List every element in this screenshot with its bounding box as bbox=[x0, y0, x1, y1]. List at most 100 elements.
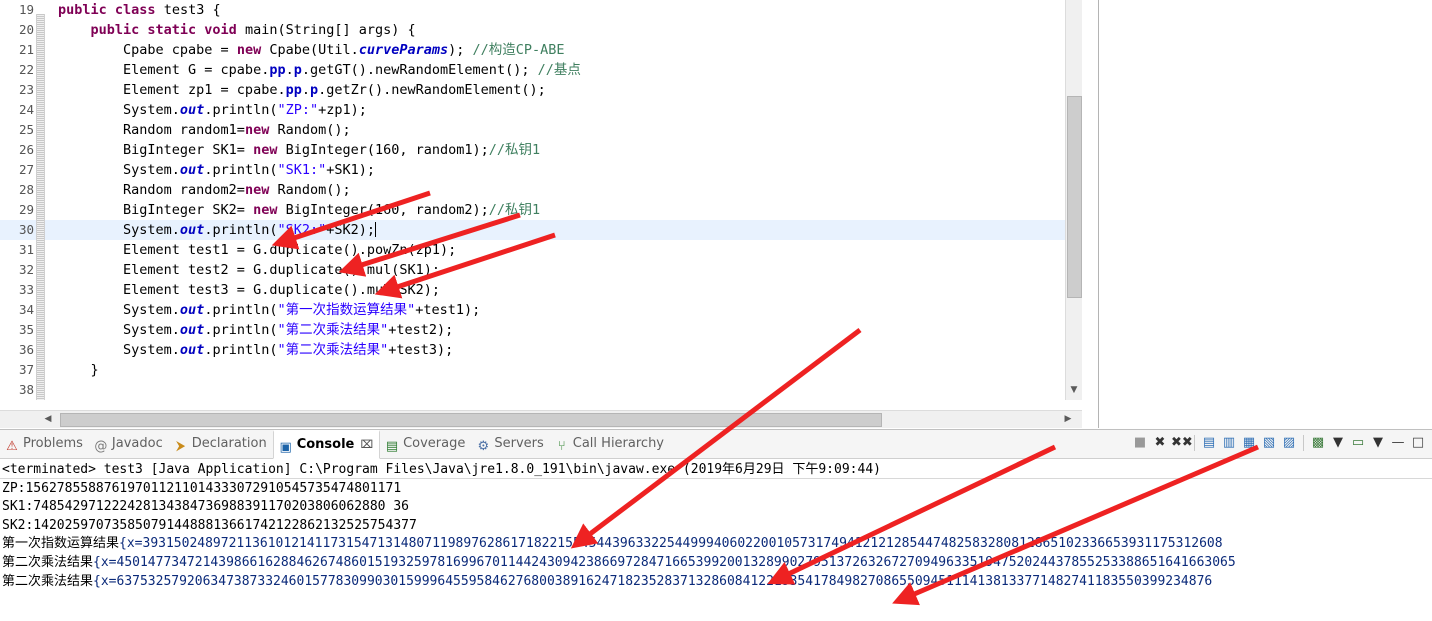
open-console-button[interactable]: ▭ bbox=[1349, 433, 1367, 453]
line-number: 27 bbox=[18, 162, 34, 177]
console-line-label: 第二次乘法结果 bbox=[2, 573, 94, 589]
code-line-36[interactable]: 36 System.out.println("第二次乘法结果"+test3); bbox=[0, 340, 1066, 360]
code-line-22[interactable]: 22 Element G = cpabe.pp.p.getGT().newRan… bbox=[0, 60, 1066, 80]
tab-console[interactable]: ▣ Console ⌧ bbox=[272, 430, 381, 459]
word-wrap-button[interactable]: ▦ bbox=[1240, 433, 1258, 453]
code-token: Element test2 = G.duplicate().mul(SK1); bbox=[58, 262, 441, 278]
editor-horizontal-scroll-thumb[interactable] bbox=[60, 413, 882, 427]
console-output-line: SK2:142025970735850791448881366174212286… bbox=[2, 517, 417, 533]
editor-vertical-scroll-thumb[interactable] bbox=[1067, 96, 1082, 298]
code-area[interactable]: 19 public class test3 {20 ⊖ public static … bbox=[0, 0, 1066, 400]
code-line-38[interactable]: 38 bbox=[0, 380, 1066, 400]
code-token: //私钥1 bbox=[488, 142, 541, 158]
code-line-35[interactable]: 35 System.out.println("第二次乘法结果"+test2); bbox=[0, 320, 1066, 340]
scroll-right-icon[interactable]: ▶ bbox=[1062, 413, 1074, 425]
scroll-left-icon[interactable]: ◀ bbox=[42, 413, 54, 425]
minimize-button[interactable]: — bbox=[1389, 433, 1407, 453]
tab-call-hierarchy[interactable]: ⑂ Call Hierarchy bbox=[550, 430, 670, 457]
code-token: System. bbox=[58, 222, 180, 238]
code-token: new bbox=[244, 182, 278, 198]
code-token: Random random2= bbox=[58, 182, 245, 198]
code-line-26[interactable]: 26 BigInteger SK1= new BigInteger(160, r… bbox=[0, 140, 1066, 160]
code-text: System.out.println("第二次乘法结果"+test3); bbox=[48, 340, 453, 360]
code-token: } bbox=[58, 362, 99, 378]
code-token: "第二次乘法结果" bbox=[277, 322, 389, 338]
code-token: //基点 bbox=[537, 62, 581, 78]
line-number: 24 bbox=[18, 102, 34, 117]
code-text: public static void main(String[] args) { bbox=[48, 20, 416, 40]
code-token: .getZr().newRandomElement(); bbox=[318, 82, 546, 98]
code-line-27[interactable]: 27 System.out.println("SK1:"+SK1); bbox=[0, 160, 1066, 180]
editor-vertical-scrollbar[interactable]: ▼ bbox=[1065, 0, 1082, 400]
fold-collapse-icon[interactable]: ⊖ bbox=[34, 20, 48, 40]
code-token: pp bbox=[285, 82, 302, 98]
java-editor-panel[interactable]: 19 public class test3 {20 ⊖ public static … bbox=[0, 0, 1099, 428]
code-token: . bbox=[301, 82, 310, 98]
code-text: } bbox=[48, 360, 99, 380]
line-number: 30 bbox=[18, 222, 34, 237]
remove-launch-button[interactable]: ✖ bbox=[1151, 433, 1169, 453]
bottom-view-panel: ⚠ Problems @ Javadoc ⮞ Declaration ▣ Console ⌧ ▤ C… bbox=[0, 429, 1432, 621]
code-line-21[interactable]: 21 Cpabe cpabe = new Cpabe(Util.curvePar… bbox=[0, 40, 1066, 60]
maximize-button[interactable]: □ bbox=[1409, 433, 1427, 453]
tab-servers[interactable]: ⚙ Servers bbox=[471, 430, 549, 457]
code-line-31[interactable]: 31 Element test1 = G.duplicate().powZn(z… bbox=[0, 240, 1066, 260]
code-line-24[interactable]: 24 System.out.println("ZP:"+zp1); bbox=[0, 100, 1066, 120]
console-toolbar[interactable]: ■ ✖ ✖✖ ▤ ▥ ▦ ▧ ▨ ▩ ▼ ▭ ▼ — □ bbox=[1130, 433, 1428, 455]
code-token: .println( bbox=[204, 222, 278, 238]
pin-console-button[interactable]: ▨ bbox=[1280, 433, 1298, 453]
code-token: p bbox=[309, 82, 319, 98]
tab-declaration[interactable]: ⮞ Declaration bbox=[169, 430, 273, 457]
remove-all-launches-button[interactable]: ✖✖ bbox=[1171, 433, 1193, 453]
code-text: System.out.println("ZP:"+zp1); bbox=[48, 100, 367, 120]
view-tab-bar[interactable]: ⚠ Problems @ Javadoc ⮞ Declaration ▣ Console ⌧ ▤ C… bbox=[0, 430, 1432, 459]
scroll-lock-button[interactable]: ▥ bbox=[1220, 433, 1238, 453]
code-line-20[interactable]: 20 ⊖ public static void main(String[] arg… bbox=[0, 20, 1066, 40]
code-token: new bbox=[253, 142, 286, 158]
show-console-button[interactable]: ▧ bbox=[1260, 433, 1278, 453]
code-token: System. bbox=[58, 162, 180, 178]
tab-javadoc[interactable]: @ Javadoc bbox=[89, 430, 169, 457]
console-output[interactable]: <terminated> test3 [Java Application] C:… bbox=[0, 459, 1432, 621]
tab-close-icon[interactable]: ⌧ bbox=[360, 432, 373, 458]
code-token: .println( bbox=[204, 322, 278, 338]
tab-label: Call Hierarchy bbox=[572, 436, 665, 451]
tab-label: Coverage bbox=[403, 436, 466, 451]
code-line-37[interactable]: 37 } bbox=[0, 360, 1066, 380]
display-dropdown-arrow[interactable]: ▼ bbox=[1329, 433, 1347, 453]
terminate-button[interactable]: ■ bbox=[1131, 433, 1149, 453]
line-number: 32 bbox=[18, 262, 34, 277]
code-line-29[interactable]: 29 BigInteger SK2= new BigInteger(160, r… bbox=[0, 200, 1066, 220]
console-output-line: ZP:1562785588761970112110143330729105457… bbox=[2, 480, 402, 496]
code-line-32[interactable]: 32 Element test2 = G.duplicate().mul(SK1… bbox=[0, 260, 1066, 280]
tab-coverage[interactable]: ▤ Coverage bbox=[380, 430, 471, 457]
code-token: out bbox=[179, 322, 205, 338]
code-token: System. bbox=[58, 302, 180, 318]
code-line-19[interactable]: 19 public class test3 { bbox=[0, 0, 1066, 20]
code-line-28[interactable]: 28 Random random2=new Random(); bbox=[0, 180, 1066, 200]
code-token: System. bbox=[58, 322, 180, 338]
code-line-25[interactable]: 25 Random random1=new Random(); bbox=[0, 120, 1066, 140]
editor-horizontal-scrollbar[interactable]: ◀ ▶ bbox=[0, 410, 1082, 428]
code-line-33[interactable]: 33 Element test3 = G.duplicate().mul(SK2… bbox=[0, 280, 1066, 300]
scroll-down-icon[interactable]: ▼ bbox=[1068, 384, 1080, 396]
code-token: out bbox=[179, 102, 205, 118]
tab-label: Servers bbox=[494, 436, 544, 451]
open-console-dropdown-arrow[interactable]: ▼ bbox=[1369, 433, 1387, 453]
code-line-34[interactable]: 34 System.out.println("第一次指数运算结果"+test1)… bbox=[0, 300, 1066, 320]
code-token: BigInteger(160, random1); bbox=[285, 142, 489, 158]
clear-console-button[interactable]: ▤ bbox=[1200, 433, 1218, 453]
code-token: //构造CP-ABE bbox=[472, 42, 565, 58]
code-token: +test2); bbox=[388, 322, 454, 338]
line-number: 21 bbox=[18, 42, 34, 57]
tab-problems[interactable]: ⚠ Problems bbox=[0, 430, 89, 457]
declaration-icon: ⮞ bbox=[176, 439, 186, 454]
code-line-23[interactable]: 23 Element zp1 = cpabe.pp.p.getZr().newR… bbox=[0, 80, 1066, 100]
display-selected-console-button[interactable]: ▩ bbox=[1309, 433, 1327, 453]
line-number: 28 bbox=[18, 182, 34, 197]
servers-icon: ⚙ bbox=[477, 439, 490, 454]
code-text: System.out.println("第一次指数运算结果"+test1); bbox=[48, 300, 480, 320]
line-number: 29 bbox=[18, 202, 34, 217]
code-line-30[interactable]: 30 System.out.println("SK2:"+SK2); bbox=[0, 220, 1066, 240]
code-token: "第二次乘法结果" bbox=[277, 342, 389, 358]
